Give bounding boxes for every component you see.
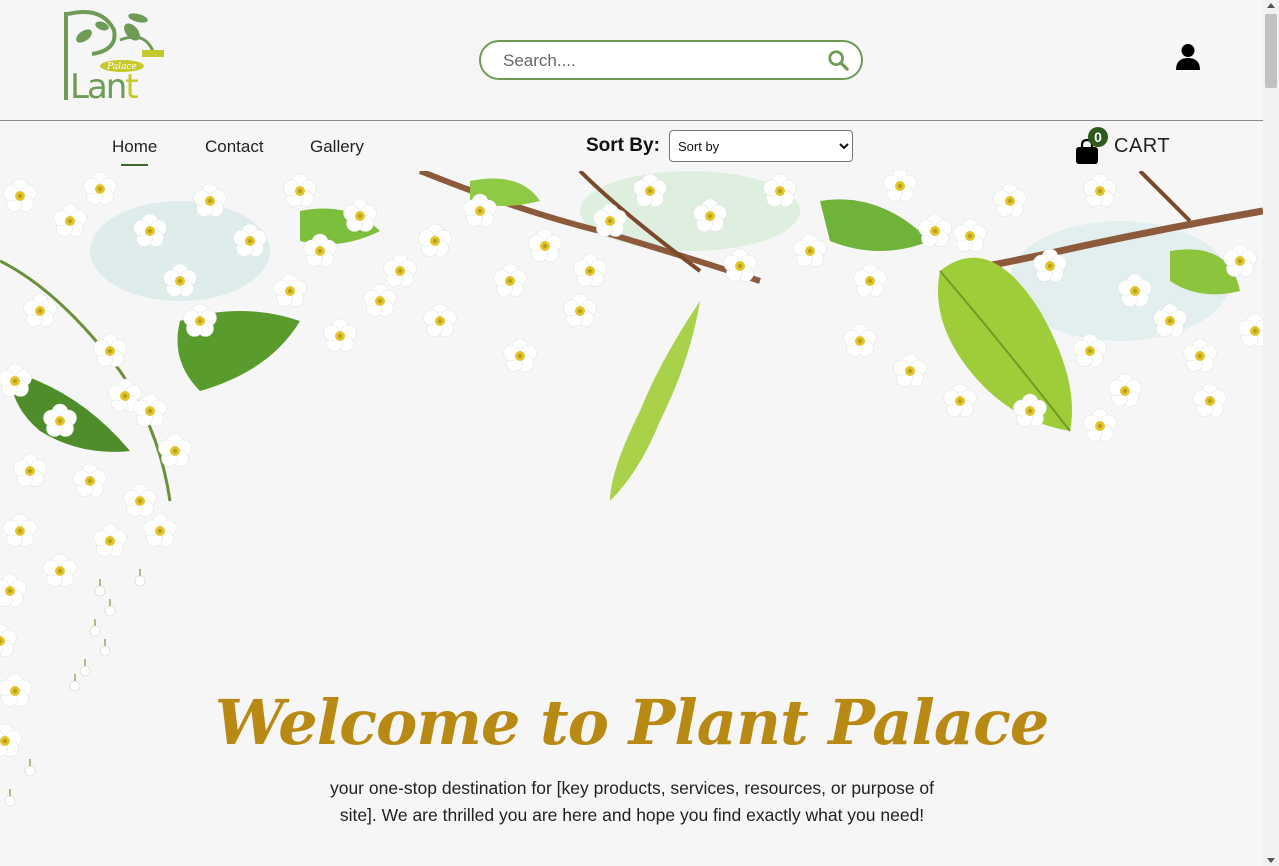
scroll-down-arrow-icon[interactable] bbox=[1267, 858, 1275, 863]
scrollbar-thumb[interactable] bbox=[1265, 14, 1277, 88]
hero-section: Welcome to Plant Palace your one-stop de… bbox=[0, 171, 1263, 866]
page-scrollbar[interactable] bbox=[1263, 0, 1279, 866]
hero-title: Welcome to Plant Palace bbox=[214, 686, 1050, 759]
blossom-branch-image bbox=[0, 171, 1263, 807]
cart-label: CART bbox=[1114, 135, 1171, 157]
cart-count-badge: 0 bbox=[1088, 127, 1108, 147]
main-navigation: Home Contact Gallery Sort By: Sort by 0 … bbox=[0, 121, 1263, 171]
nav-item-home[interactable]: Home bbox=[112, 137, 157, 166]
plant-palace-logo[interactable]: Palace Lant bbox=[62, 10, 166, 104]
sort-label: Sort By: bbox=[586, 135, 660, 156]
site-header: Palace Lant bbox=[0, 0, 1263, 121]
sort-select[interactable]: Sort by bbox=[669, 130, 853, 162]
search-input[interactable] bbox=[501, 47, 815, 75]
user-icon[interactable] bbox=[1175, 43, 1201, 71]
nav-item-gallery[interactable]: Gallery bbox=[310, 137, 364, 157]
hero-description: your one-stop destination for [key produ… bbox=[329, 778, 935, 825]
nav-item-contact[interactable]: Contact bbox=[205, 137, 264, 157]
scroll-up-arrow-icon[interactable] bbox=[1267, 3, 1275, 8]
search-bar bbox=[479, 40, 863, 80]
search-icon[interactable] bbox=[827, 49, 849, 71]
cart-button[interactable]: 0 CART bbox=[1074, 127, 1174, 165]
logo-word-text: Lant bbox=[70, 67, 138, 104]
